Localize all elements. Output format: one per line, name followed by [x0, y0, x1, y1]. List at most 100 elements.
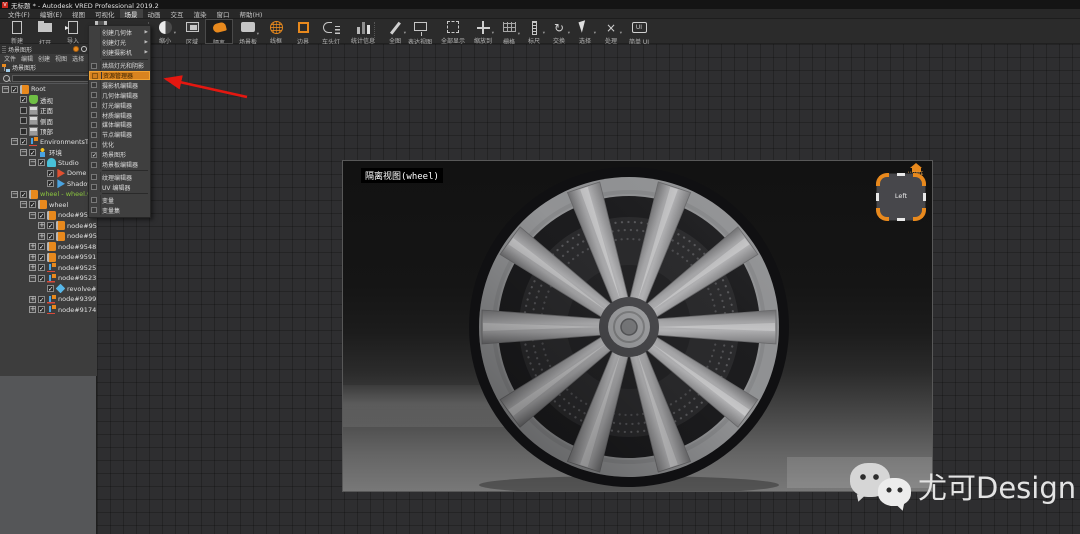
tree-row[interactable]: −✓环境	[0, 147, 97, 158]
tree-row[interactable]: −✓node#9589	[0, 210, 97, 221]
menu-checkbox[interactable]	[91, 142, 97, 148]
expand-icon[interactable]: +	[29, 296, 36, 303]
boundary-button[interactable]: 边界	[290, 20, 316, 43]
collapse-icon[interactable]: −	[2, 86, 9, 93]
collapse-icon[interactable]: −	[11, 191, 18, 198]
zoom-to-button[interactable]: ▾缩放到	[470, 20, 496, 43]
tree-row[interactable]: +✓node#9588	[0, 231, 97, 242]
tree-visibility-checkbox[interactable]: ✓	[20, 138, 27, 145]
menu-item-sceneplate-editor[interactable]: 场景板编辑器	[89, 160, 150, 170]
scenegraph-menu-item[interactable]: 创建	[38, 54, 50, 63]
scenegraph-menu-item[interactable]: 文件	[4, 54, 16, 63]
menu-item-material-editor[interactable]: 材质编辑器	[89, 110, 150, 120]
menu-item-node-editor[interactable]: 节点编辑器	[89, 130, 150, 140]
expand-icon[interactable]: +	[38, 222, 45, 229]
panel-grip-handle[interactable]	[2, 46, 6, 53]
tree-visibility-checkbox[interactable]: ✓	[29, 201, 36, 208]
statistics-button[interactable]: 统计信息	[346, 20, 380, 43]
menubar-item[interactable]: 渲染	[189, 9, 212, 18]
scenegraph-menu-item[interactable]: 编辑	[21, 54, 33, 63]
menu-checkbox[interactable]	[91, 82, 97, 88]
presentation-button[interactable]: 表达视图	[404, 20, 436, 43]
tree-row[interactable]: −✓Root	[0, 84, 97, 95]
view-cube-gizmo[interactable]: Left	[877, 174, 925, 220]
collapse-icon[interactable]: −	[29, 275, 36, 282]
render-viewport[interactable]: 隔离视图(wheel) HOME Left	[342, 160, 933, 492]
menu-checkbox[interactable]	[91, 197, 97, 203]
panel-pin-button[interactable]	[73, 46, 79, 52]
select-button[interactable]: ▾选择	[572, 20, 598, 43]
simple-ui-button[interactable]: UI简单 UI	[624, 20, 654, 43]
expand-icon[interactable]: +	[29, 254, 36, 261]
menu-item-light-editor[interactable]: 灯光编辑器	[89, 100, 150, 110]
collapse-icon[interactable]: −	[20, 149, 27, 156]
tree-visibility-checkbox[interactable]: ✓	[47, 170, 54, 177]
process-button[interactable]: ×▾处理	[598, 20, 624, 43]
tree-row[interactable]: +✓node#9590	[0, 221, 97, 232]
collapse-icon[interactable]: −	[29, 159, 36, 166]
tree-visibility-checkbox[interactable]: ✓	[20, 191, 27, 198]
tree-row[interactable]: −✓wheel	[0, 200, 97, 211]
tree-visibility-checkbox[interactable]: ✓	[38, 275, 45, 282]
tree-visibility-checkbox[interactable]: ✓	[38, 159, 45, 166]
tree-row[interactable]: ✓透视	[0, 95, 97, 106]
menu-item-variants[interactable]: 变量	[89, 195, 150, 205]
tree-row[interactable]: 正面	[0, 105, 97, 116]
tree-row[interactable]: −✓wheel - wheel.wire	[0, 189, 97, 200]
tree-row[interactable]: ✓Shadow	[0, 179, 97, 190]
expand-icon[interactable]: +	[29, 264, 36, 271]
open-button[interactable]: 打开	[32, 20, 58, 43]
menu-checkbox[interactable]	[91, 162, 97, 168]
region-button[interactable]: 区域	[179, 20, 205, 43]
menu-item-optimize[interactable]: 优化	[89, 140, 150, 150]
menu-checkbox[interactable]	[91, 92, 97, 98]
tree-visibility-checkbox[interactable]: ✓	[38, 264, 45, 271]
menu-checkbox[interactable]	[92, 73, 98, 79]
menu-item-create-light[interactable]: 创建灯光▶	[89, 38, 150, 48]
tree-row[interactable]: −✓node#9523	[0, 273, 97, 284]
collapse-icon[interactable]: −	[11, 138, 18, 145]
tree-row[interactable]: +✓node#9174	[0, 305, 97, 316]
new-button[interactable]: 新建	[4, 20, 30, 43]
tree-visibility-checkbox[interactable]: ✓	[11, 86, 18, 93]
tree-visibility-checkbox[interactable]	[20, 107, 27, 114]
tree-row[interactable]: +✓node#9525	[0, 263, 97, 274]
tree-visibility-checkbox[interactable]: ✓	[47, 233, 54, 240]
tree-visibility-checkbox[interactable]: ✓	[47, 180, 54, 187]
import-button[interactable]: 导入	[60, 20, 86, 43]
transform-button[interactable]: ↻▾交换	[546, 20, 572, 43]
tree-visibility-checkbox[interactable]: ✓	[20, 96, 27, 103]
menu-checkbox[interactable]	[91, 174, 97, 180]
show-all-button[interactable]: 全部显示	[438, 20, 468, 43]
expand-icon[interactable]: +	[38, 233, 45, 240]
scenegraph-search-input[interactable]	[12, 75, 96, 82]
tree-visibility-checkbox[interactable]: ✓	[47, 222, 54, 229]
menu-checkbox[interactable]	[91, 63, 97, 69]
menu-item-texture-editor[interactable]: 纹理编辑器	[89, 172, 150, 182]
menubar-item[interactable]: 可视化	[90, 9, 120, 18]
menu-checkbox[interactable]	[91, 102, 97, 108]
tree-visibility-checkbox[interactable]: ✓	[38, 212, 45, 219]
menu-item-geometry-editor[interactable]: 几何体编辑器	[89, 90, 150, 100]
menu-item-bake-light-shadow[interactable]: 烘焙灯光和阴影	[89, 61, 150, 71]
tree-row[interactable]: +✓node#9548	[0, 242, 97, 253]
menu-checkbox[interactable]	[91, 207, 97, 213]
tree-row[interactable]: −✓Studio	[0, 158, 97, 169]
tree-row[interactable]: 侧面	[0, 116, 97, 127]
menu-item-scenegraph[interactable]: ✓场景图形	[89, 150, 150, 160]
scenegraph-menu-item[interactable]: 选择	[72, 54, 84, 63]
expand-icon[interactable]: +	[29, 306, 36, 313]
ruler-button[interactable]: ▾标尺	[521, 20, 547, 43]
menu-item-uv-editor[interactable]: UV 编辑器	[89, 182, 150, 192]
menubar-item[interactable]: 窗口	[212, 9, 235, 18]
menu-item-create-camera[interactable]: 创建摄影机▶	[89, 48, 150, 58]
collapse-icon[interactable]: −	[20, 201, 27, 208]
menu-checkbox[interactable]	[91, 112, 97, 118]
tree-row[interactable]: −✓EnvironmentsTrans	[0, 137, 97, 148]
scenegraph-menu-item[interactable]: 视图	[55, 54, 67, 63]
tab-scenegraph[interactable]: 场景图形	[0, 63, 97, 73]
collapse-icon[interactable]: −	[29, 212, 36, 219]
menubar-item[interactable]: 帮助(H)	[235, 9, 268, 18]
menubar-item[interactable]: 交互	[166, 9, 189, 18]
menu-item-variant-sets[interactable]: 变量集	[89, 205, 150, 215]
